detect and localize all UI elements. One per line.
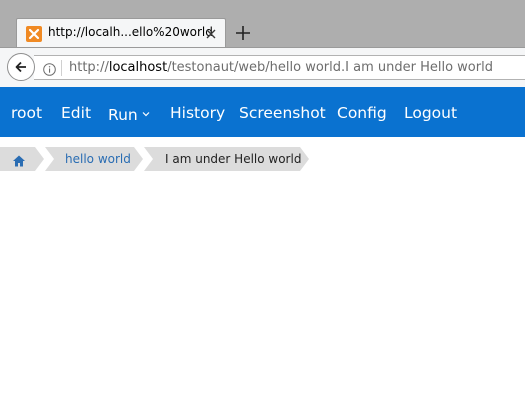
- menu-item-run-label: Run: [108, 106, 138, 124]
- menu-item-edit[interactable]: Edit: [61, 104, 91, 122]
- browser-titlebar: http://localh...ello%20world: [0, 0, 525, 47]
- menu-item-logout[interactable]: Logout: [404, 104, 457, 122]
- menu-item-run[interactable]: Run: [108, 104, 150, 124]
- url-text[interactable]: http://localhost/testonaut/web/hello wor…: [69, 60, 493, 75]
- back-arrow-icon: [15, 61, 26, 73]
- breadcrumb-link-label: hello world: [65, 152, 131, 166]
- url-separator: [61, 60, 62, 76]
- tab-title: http://localh...ello%20world: [48, 25, 213, 39]
- breadcrumb-home[interactable]: [0, 147, 44, 171]
- browser-navbar: http://localhost/testonaut/web/hello wor…: [0, 47, 525, 87]
- breadcrumb: hello world I am under Hello world: [0, 147, 525, 171]
- home-icon: [12, 152, 26, 166]
- menu-item-screenshot[interactable]: Screenshot: [239, 104, 326, 122]
- xampp-favicon-icon: [26, 26, 42, 42]
- breadcrumb-item-hello-world[interactable]: hello world: [45, 147, 143, 171]
- url-path: /testonaut/web/hello world.I am under He…: [167, 60, 493, 75]
- info-icon[interactable]: [43, 61, 56, 76]
- back-button[interactable]: [7, 53, 35, 81]
- address-bar[interactable]: http://localhost/testonaut/web/hello wor…: [34, 55, 525, 80]
- close-tab-icon[interactable]: [204, 26, 218, 40]
- app-menubar: root Edit Run History Screenshot Config …: [0, 87, 525, 137]
- new-tab-plus-icon[interactable]: [234, 24, 252, 42]
- menu-item-config[interactable]: Config: [337, 104, 387, 122]
- menu-item-root[interactable]: root: [11, 104, 42, 122]
- chevron-down-icon: [142, 104, 150, 117]
- url-prefix: http://: [69, 60, 109, 75]
- menu-item-history[interactable]: History: [170, 104, 225, 122]
- url-host: localhost: [108, 60, 168, 75]
- browser-tab[interactable]: http://localh...ello%20world: [16, 18, 226, 47]
- breadcrumb-item-current: I am under Hello world: [144, 147, 309, 171]
- breadcrumb-current-label: I am under Hello world: [165, 152, 302, 166]
